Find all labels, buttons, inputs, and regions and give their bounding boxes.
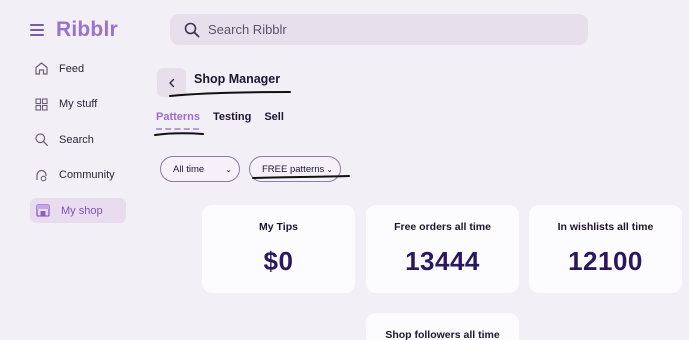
stat-card-followers: Shop followers all time	[366, 313, 519, 340]
sidebar-item-community[interactable]: Community	[30, 163, 126, 188]
stat-label: Free orders all time	[394, 221, 491, 233]
app-logo[interactable]: Ribblr	[30, 18, 118, 42]
tab-testing[interactable]: Testing	[213, 111, 251, 123]
stat-label: In wishlists all time	[557, 221, 654, 233]
stat-card-free-orders: Free orders all time 13444	[366, 205, 519, 293]
sidebar-item-my-shop[interactable]: My shop	[30, 198, 126, 223]
search-icon	[35, 133, 48, 146]
stat-label: My Tips	[259, 221, 298, 233]
search-bar[interactable]	[170, 14, 588, 45]
sidebar-item-label: My shop	[61, 204, 103, 217]
home-icon	[35, 62, 48, 75]
stat-value: 13444	[405, 246, 480, 276]
sidebar-nav: Feed My stuff Search Community My shop	[30, 56, 126, 234]
brand-name: Ribblr	[56, 18, 118, 41]
pattern-type-value: FREE patterns	[262, 163, 325, 175]
chevron-left-icon	[168, 78, 174, 87]
back-button[interactable]	[157, 68, 186, 97]
grid-icon	[35, 97, 48, 111]
search-input[interactable]	[208, 22, 568, 37]
shop-icon	[36, 204, 50, 217]
stat-card-wishlists: In wishlists all time 12100	[529, 205, 682, 293]
time-range-value: All time	[173, 163, 205, 175]
sidebar-item-label: My stuff	[59, 98, 98, 110]
sidebar-item-label: Feed	[59, 62, 85, 75]
stat-card-tips: My Tips $0	[202, 205, 355, 293]
hamburger-menu-icon[interactable]	[30, 24, 46, 36]
chevron-down-icon: ⌄	[225, 164, 232, 174]
tab-bar: Patterns Testing Sell	[156, 111, 284, 123]
community-icon	[36, 169, 47, 181]
sidebar-item-my-stuff[interactable]: My stuff	[30, 92, 126, 117]
annotation-underline-title	[169, 91, 291, 97]
annotation-underline-patterns	[154, 132, 204, 136]
search-icon	[184, 22, 200, 37]
sidebar-item-label: Search	[59, 133, 94, 146]
active-tab-indicator	[156, 128, 199, 130]
sidebar-item-label: Community	[59, 169, 115, 181]
chevron-down-icon: ⌄	[326, 164, 333, 174]
tab-sell[interactable]: Sell	[264, 111, 284, 123]
time-range-select[interactable]: All time ⌄	[160, 156, 240, 182]
stat-value: $0	[263, 246, 294, 276]
sidebar-item-feed[interactable]: Feed	[30, 56, 126, 81]
pattern-type-select[interactable]: FREE patterns ⌄	[249, 156, 341, 182]
tab-patterns[interactable]: Patterns	[156, 111, 200, 123]
page-title: Shop Manager	[194, 72, 281, 86]
stat-value: 12100	[568, 246, 643, 276]
sidebar-item-search[interactable]: Search	[30, 127, 126, 152]
stat-label: Shop followers all time	[385, 329, 500, 340]
